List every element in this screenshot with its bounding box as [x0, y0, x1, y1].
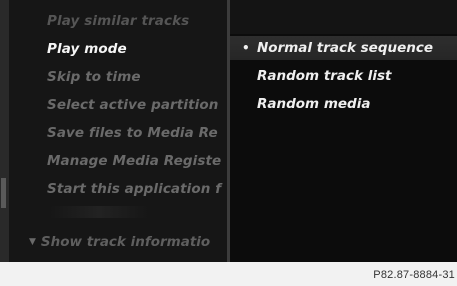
option-label: Random track list: [257, 68, 392, 84]
menu-item-save-files-to-media-register[interactable]: Save files to Media Re: [47, 122, 218, 144]
option-label: Random media: [257, 96, 371, 112]
menu-item-play-similar-tracks[interactable]: Play similar tracks: [47, 10, 189, 32]
faded-menu-row: [49, 206, 149, 218]
show-track-information-label: Show track informatio: [40, 234, 211, 250]
play-mode-submenu: • Normal track sequence Random track lis…: [230, 0, 457, 262]
menu-item-show-track-information[interactable]: ▼ Show track informatio: [29, 231, 210, 253]
media-options-menu: Play similar tracks Play mode Skip to ti…: [9, 0, 227, 262]
option-random-track-list[interactable]: Random track list: [230, 64, 457, 88]
option-label: Normal track sequence: [257, 40, 434, 56]
option-normal-track-sequence[interactable]: • Normal track sequence: [230, 36, 457, 60]
screen-bezel: [0, 0, 9, 262]
menu-item-manage-media-register[interactable]: Manage Media Registe: [47, 150, 221, 172]
option-random-media[interactable]: Random media: [230, 92, 457, 116]
arrow-down-icon: ▼: [29, 237, 36, 247]
figure-code: P82.87-8884-31: [373, 269, 455, 281]
manual-figure: Play similar tracks Play mode Skip to ti…: [0, 0, 457, 286]
menu-item-start-this-application[interactable]: Start this application f: [47, 178, 221, 200]
menu-item-select-active-partition[interactable]: Select active partition: [47, 94, 218, 116]
selected-bullet-icon: •: [242, 41, 250, 55]
menu-item-skip-to-time[interactable]: Skip to time: [47, 66, 141, 88]
media-display: Play similar tracks Play mode Skip to ti…: [9, 0, 457, 262]
menu-item-play-mode[interactable]: Play mode: [47, 38, 127, 60]
bezel-marker: [1, 178, 6, 208]
submenu-header: [230, 0, 457, 34]
